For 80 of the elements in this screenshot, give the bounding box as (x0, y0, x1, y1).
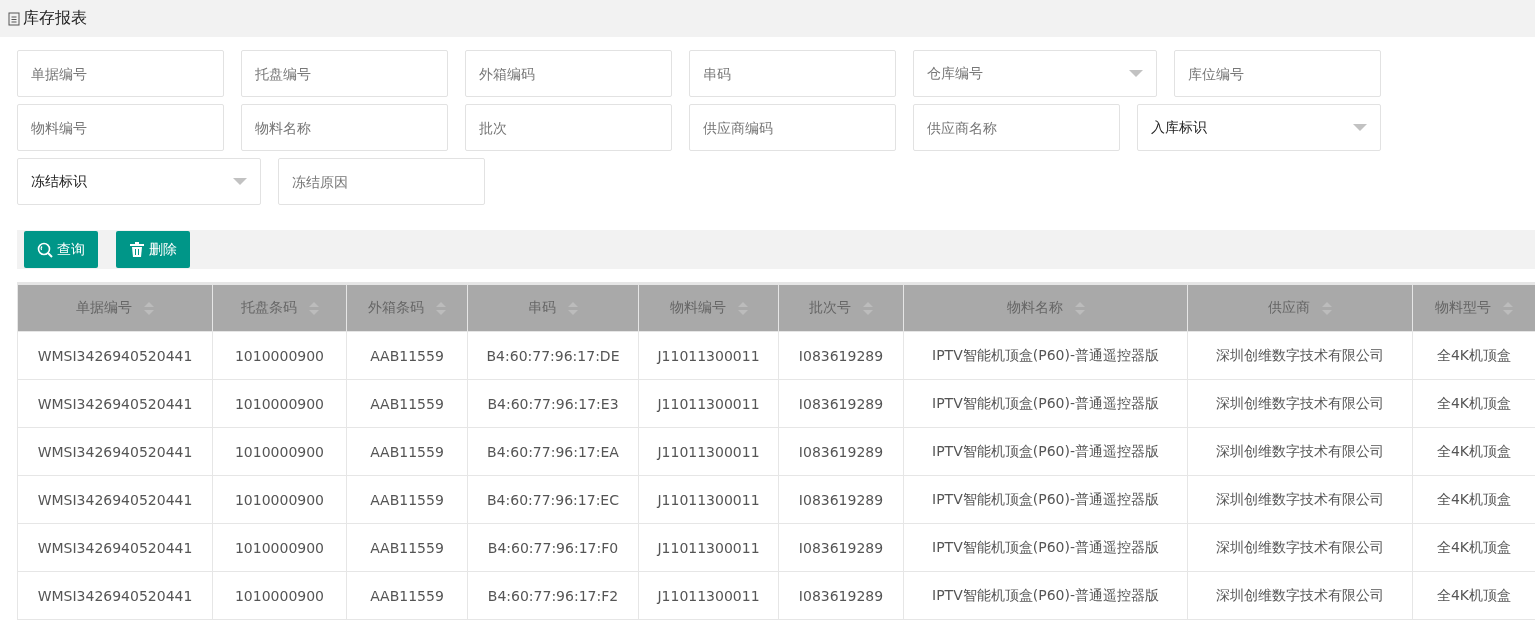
table-cell: I083619289 (778, 379, 904, 428)
table-cell: J11011300011 (638, 523, 779, 572)
table-cell: 深圳创维数字技术有限公司 (1187, 379, 1413, 428)
column-header[interactable]: 物料名称 (903, 284, 1188, 332)
input-field[interactable]: 物料编号 (17, 104, 224, 151)
table-cell: B4:60:77:96:17:DE (467, 331, 639, 380)
table-cell: B4:60:77:96:17:F0 (467, 523, 639, 572)
table-cell: 深圳创维数字技术有限公司 (1187, 571, 1413, 620)
select-field[interactable]: 仓库编号 (913, 50, 1157, 97)
table-cell: I083619289 (778, 523, 904, 572)
input-field[interactable]: 串码 (689, 50, 896, 97)
table-cell: AAB11559 (346, 331, 468, 380)
trash-icon (129, 241, 145, 258)
input-field[interactable]: 供应商编码 (689, 104, 896, 151)
delete-button[interactable]: 删除 (116, 231, 190, 268)
table-cell: B4:60:77:96:17:EA (467, 427, 639, 476)
table-cell: WMSI3426940520441 (17, 523, 213, 572)
input-field[interactable]: 外箱编码 (465, 50, 672, 97)
input-field[interactable]: 库位编号 (1174, 50, 1381, 97)
table-cell: AAB11559 (346, 571, 468, 620)
table-cell: AAB11559 (346, 523, 468, 572)
table-cell: I083619289 (778, 331, 904, 380)
table-cell: IPTV智能机顶盒(P60)-普通遥控器版 (903, 331, 1188, 380)
table-cell: 1010000900 (212, 427, 347, 476)
table-cell: WMSI3426940520441 (17, 475, 213, 524)
column-header[interactable]: 物料型号 (1412, 284, 1535, 332)
page-title: 库存报表 (23, 8, 87, 29)
table-cell: 深圳创维数字技术有限公司 (1187, 475, 1413, 524)
table-cell: IPTV智能机顶盒(P60)-普通遥控器版 (903, 475, 1188, 524)
table-cell: 深圳创维数字技术有限公司 (1187, 523, 1413, 572)
table-cell: J11011300011 (638, 475, 779, 524)
table-cell: I083619289 (778, 475, 904, 524)
table-cell: IPTV智能机顶盒(P60)-普通遥控器版 (903, 571, 1188, 620)
caret-icon (233, 178, 247, 185)
table-cell: WMSI3426940520441 (17, 379, 213, 428)
column-header[interactable]: 单据编号 (17, 284, 213, 332)
input-field[interactable]: 批次 (465, 104, 672, 151)
table-cell: J11011300011 (638, 379, 779, 428)
input-field[interactable]: 供应商名称 (913, 104, 1120, 151)
table-cell: 深圳创维数字技术有限公司 (1187, 427, 1413, 476)
select-field[interactable]: 冻结标识 (17, 158, 261, 205)
table-cell: WMSI3426940520441 (17, 427, 213, 476)
column-header[interactable]: 外箱条码 (346, 284, 468, 332)
column-header[interactable]: 供应商 (1187, 284, 1413, 332)
table-cell: WMSI3426940520441 (17, 331, 213, 380)
column-header[interactable]: 物料编号 (638, 284, 779, 332)
input-field[interactable]: 冻结原因 (278, 158, 485, 205)
table-cell: 深圳创维数字技术有限公司 (1187, 331, 1413, 380)
table-cell: J11011300011 (638, 427, 779, 476)
caret-icon (1129, 70, 1143, 77)
table-cell: I083619289 (778, 427, 904, 476)
table-cell: IPTV智能机顶盒(P60)-普通遥控器版 (903, 427, 1188, 476)
column-header[interactable]: 批次号 (778, 284, 904, 332)
table-cell: B4:60:77:96:17:E3 (467, 379, 639, 428)
table-cell: J11011300011 (638, 571, 779, 620)
select-field[interactable]: 入库标识 (1137, 104, 1381, 151)
document-icon (8, 11, 20, 26)
search-button[interactable]: 查询 (24, 231, 98, 268)
table-cell: IPTV智能机顶盒(P60)-普通遥控器版 (903, 379, 1188, 428)
column-header[interactable]: 串码 (467, 284, 639, 332)
table-cell: B4:60:77:96:17:EC (467, 475, 639, 524)
input-field[interactable]: 单据编号 (17, 50, 224, 97)
table-cell: 1010000900 (212, 523, 347, 572)
table-cell: 1010000900 (212, 571, 347, 620)
table-cell: 1010000900 (212, 475, 347, 524)
table-cell: 1010000900 (212, 331, 347, 380)
table-cell: B4:60:77:96:17:F2 (467, 571, 639, 620)
table-cell: AAB11559 (346, 379, 468, 428)
input-field[interactable]: 托盘编号 (241, 50, 448, 97)
table-cell: WMSI3426940520441 (17, 571, 213, 620)
column-header[interactable]: 托盘条码 (212, 284, 347, 332)
input-field[interactable]: 物料名称 (241, 104, 448, 151)
table-cell: AAB11559 (346, 475, 468, 524)
table-cell: IPTV智能机顶盒(P60)-普通遥控器版 (903, 523, 1188, 572)
search-icon (37, 241, 53, 258)
table-cell: 1010000900 (212, 379, 347, 428)
table-cell: J11011300011 (638, 331, 779, 380)
table-cell: AAB11559 (346, 427, 468, 476)
table-cell: I083619289 (778, 571, 904, 620)
caret-icon (1353, 124, 1367, 131)
